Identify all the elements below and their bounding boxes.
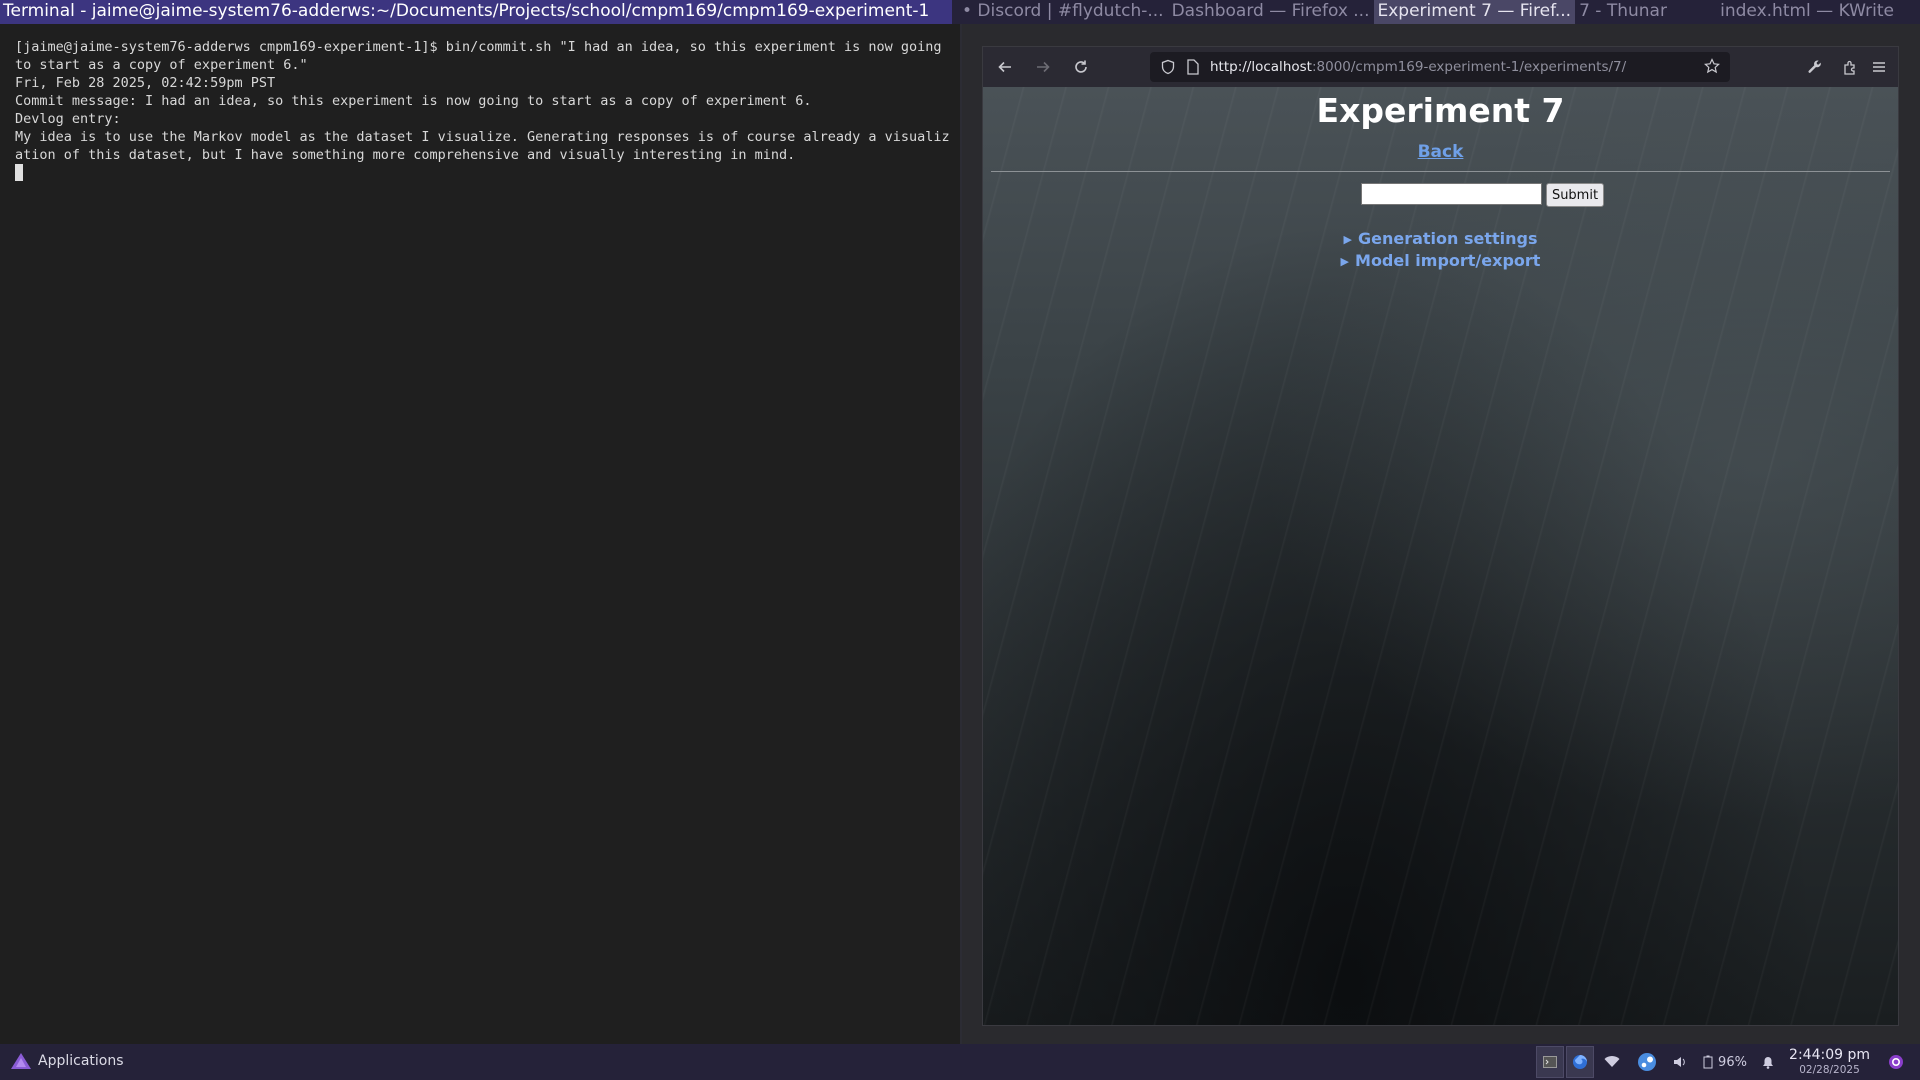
firefox-experiment-window-button[interactable]: Experiment 7 — Firef... [1373, 0, 1576, 24]
back-icon[interactable] [989, 51, 1021, 83]
url-bar[interactable]: http://localhost:8000/cmpm169-experiment… [1150, 52, 1730, 82]
thunar-window-button[interactable]: 7 - Thunar [1575, 0, 1671, 24]
terminal-window-title[interactable]: Terminal - jaime@jaime-system76-adderws:… [0, 0, 952, 24]
disclosure-triangle-icon: ▶ [1343, 233, 1352, 246]
applications-logo-icon [11, 1053, 31, 1069]
terminal-line: [jaime@jaime-system76-adderws cmpm169-ex… [15, 39, 950, 73]
url-path: :8000/cmpm169-experiment-1/experiments/7… [1311, 59, 1627, 75]
terminal-line: Fri, Feb 28 2025, 02:42:59pm PST [15, 75, 276, 91]
notifications-icon[interactable] [1756, 1046, 1780, 1078]
prompt-input[interactable] [1360, 183, 1542, 205]
taskbar: Applications 96% 2:44:09 pm 02/28/2025 [0, 1044, 1920, 1080]
model-import-export-label: Model import/export [1355, 251, 1541, 270]
terminal-line: My idea is to use the Markov model as th… [15, 129, 950, 163]
generation-settings-label: Generation settings [1357, 229, 1538, 248]
forward-icon[interactable] [1027, 51, 1059, 83]
firefox-dashboard-window-button[interactable]: Dashboard — Firefox ... [1168, 0, 1374, 24]
prompt-form: Submit [983, 183, 1898, 207]
url-host: http://localhost [1210, 59, 1312, 75]
terminal-window[interactable]: [jaime@jaime-system76-adderws cmpm169-ex… [0, 24, 960, 1044]
session-icon[interactable] [1884, 1046, 1908, 1078]
reload-icon[interactable] [1065, 51, 1097, 83]
volume-icon[interactable] [1668, 1046, 1692, 1078]
disclosure-triangle-icon: ▶ [1340, 255, 1350, 268]
terminal-task-icon[interactable] [1536, 1046, 1564, 1078]
terminal-line: Commit message: I had an idea, so this e… [15, 93, 812, 109]
url-text[interactable]: http://localhost:8000/cmpm169-experiment… [1210, 59, 1626, 75]
wifi-icon[interactable] [1600, 1046, 1624, 1078]
firefox-task-icon[interactable] [1566, 1046, 1594, 1078]
terminal-output: [jaime@jaime-system76-adderws cmpm169-ex… [15, 38, 950, 182]
firefox-window: http://localhost:8000/cmpm169-experiment… [982, 46, 1899, 1026]
generation-settings-summary[interactable]: ▶ Generation settings [983, 229, 1898, 248]
page-title: Experiment 7 [1316, 91, 1565, 130]
back-link: Back [983, 142, 1898, 162]
page-content: Experiment 7 Back Submit ▶ Generation set… [983, 87, 1898, 1025]
discord-window-button[interactable]: • Discord | #flydutch-... [958, 0, 1168, 24]
shield-icon[interactable] [1160, 59, 1176, 75]
background-image [983, 87, 1898, 1025]
steam-icon[interactable] [1632, 1046, 1662, 1078]
submit-button[interactable]: Submit [1545, 183, 1605, 207]
terminal-cursor [15, 164, 23, 181]
star-icon[interactable] [1704, 58, 1720, 78]
applications-label: Applications [38, 1053, 124, 1069]
terminal-line: Devlog entry: [15, 111, 121, 127]
wrench-icon[interactable] [1799, 51, 1831, 83]
kwrite-window-button[interactable]: index.html — KWrite [1716, 0, 1898, 24]
clock[interactable]: 2:44:09 pm 02/28/2025 [1789, 1047, 1870, 1077]
battery-indicator[interactable]: 96% [1698, 1046, 1752, 1078]
horizontal-rule [991, 171, 1890, 172]
battery-icon [1703, 1055, 1713, 1069]
page-icon[interactable] [1186, 59, 1200, 75]
window-title-bar: Terminal - jaime@jaime-system76-adderws:… [0, 0, 1920, 24]
menu-icon[interactable] [1863, 51, 1895, 83]
applications-menu[interactable]: Applications [10, 1052, 124, 1070]
back-link-text[interactable]: Back [1418, 142, 1464, 162]
clock-date: 02/28/2025 [1799, 1064, 1860, 1076]
model-import-export-summary[interactable]: ▶ Model import/export [983, 251, 1898, 270]
navigation-toolbar: http://localhost:8000/cmpm169-experiment… [983, 47, 1898, 87]
battery-percent: 96% [1718, 1054, 1747, 1070]
clock-time: 2:44:09 pm [1789, 1047, 1870, 1063]
